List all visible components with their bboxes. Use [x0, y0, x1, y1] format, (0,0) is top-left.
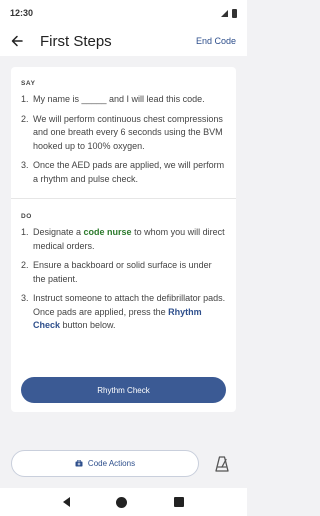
say-list: 1. My name is _____ and I will lead this… [21, 93, 226, 186]
text-part: button below. [60, 320, 116, 330]
status-time: 12:30 [10, 8, 34, 18]
do-item-text: Designate a code nurse to whom you will … [33, 226, 226, 253]
battery-icon [232, 8, 237, 18]
do-list: 1. Designate a code nurse to whom you wi… [21, 226, 226, 333]
say-item-text: We will perform continuous chest compres… [33, 113, 223, 151]
section-divider [11, 198, 236, 199]
say-item-text: Once the AED pads are applied, we will p… [33, 160, 225, 184]
list-number: 3. [21, 160, 29, 170]
say-item: 2. We will perform continuous chest comp… [21, 113, 226, 154]
say-item: 3. Once the AED pads are applied, we wil… [21, 159, 226, 186]
metronome-icon [214, 455, 229, 472]
list-number: 3. [21, 293, 29, 303]
arrow-left-icon [11, 35, 23, 47]
say-section-label: SAY [21, 80, 36, 87]
nav-home-icon[interactable] [116, 496, 128, 508]
list-number: 1. [21, 227, 29, 237]
do-item: 3. Instruct someone to attach the defibr… [21, 292, 226, 333]
code-actions-label: Code Actions [87, 459, 136, 468]
rhythm-check-button[interactable]: Rhythm Check [21, 377, 226, 403]
end-code-button[interactable]: End Code [196, 36, 236, 46]
do-item: 1. Designate a code nurse to whom you wi… [21, 226, 226, 253]
do-item-text: Instruct someone to attach the defibrill… [33, 292, 226, 333]
app-header: First Steps End Code [0, 26, 247, 56]
list-number: 1. [21, 94, 29, 104]
back-button[interactable] [2, 26, 32, 56]
text-part: Designate a [33, 227, 84, 237]
say-item: 1. My name is _____ and I will lead this… [21, 93, 226, 107]
code-nurse-highlight: code nurse [83, 227, 132, 237]
metronome-button[interactable] [207, 450, 236, 477]
code-actions-button[interactable]: Code Actions [11, 450, 199, 477]
nav-back-icon[interactable] [63, 497, 71, 507]
list-number: 2. [21, 113, 29, 124]
do-item: 2. Ensure a backboard or solid surface i… [21, 259, 226, 286]
status-icons [221, 8, 237, 18]
list-number: 2. [21, 260, 29, 270]
signal-icon [221, 9, 228, 17]
nav-recents-icon[interactable] [173, 497, 184, 507]
medical-kit-icon [75, 460, 83, 467]
status-bar: 12:30 [0, 0, 247, 26]
do-item-text: Ensure a backboard or solid surface is u… [33, 260, 212, 284]
page-title: First Steps [40, 32, 112, 50]
say-item-text: My name is _____ and I will lead this co… [33, 94, 205, 104]
system-nav-bar [0, 488, 247, 516]
do-section-label: DO [21, 213, 32, 220]
instructions-card: SAY 1. My name is _____ and I will lead … [11, 67, 236, 412]
